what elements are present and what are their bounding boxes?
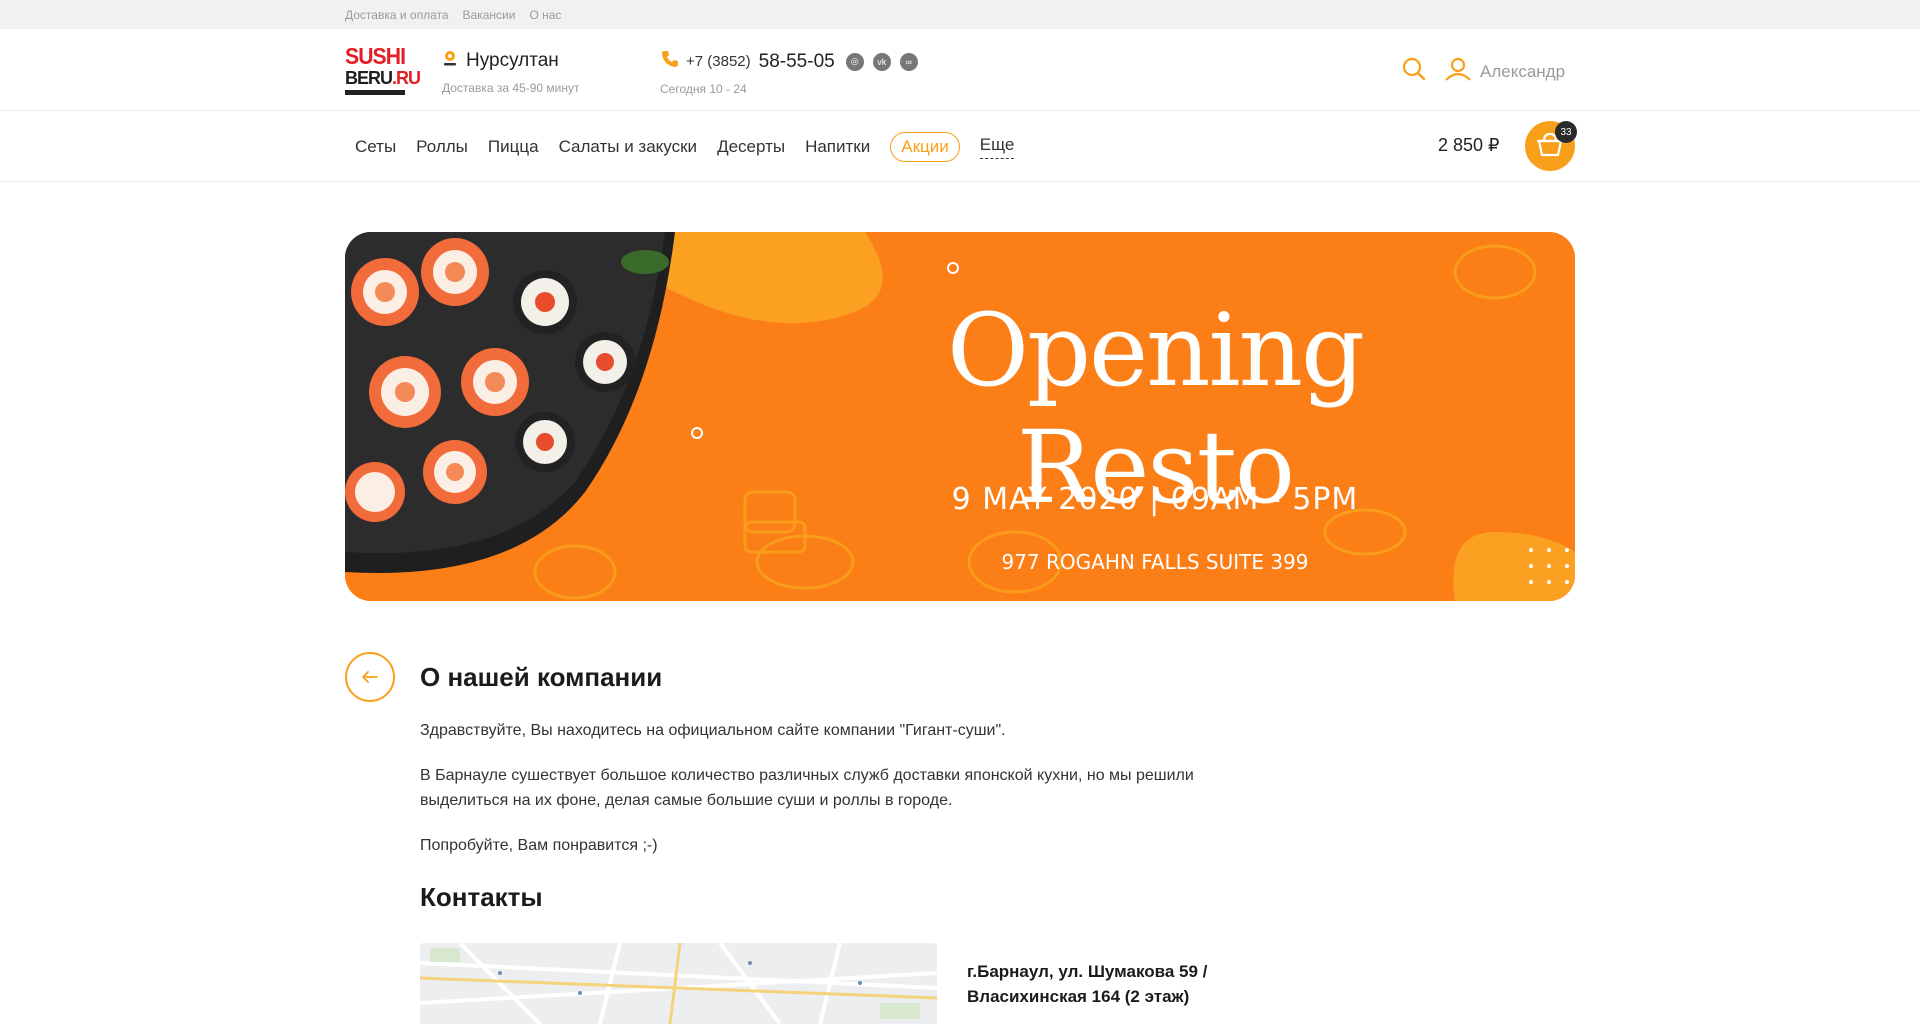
- logo-text-top: SUSHI: [345, 43, 406, 69]
- logo-text-bottom: BERU.RU: [345, 68, 421, 88]
- city-selector[interactable]: Нурсултан Доставка за 45-90 минут: [442, 49, 579, 95]
- instagram-icon[interactable]: ◎: [845, 52, 864, 71]
- promo-banner[interactable]: Opening Resto 9 MAY 2020 | 09AM - 5PM 97…: [345, 232, 1575, 601]
- back-button[interactable]: [345, 652, 395, 702]
- nav-item-rolls[interactable]: Роллы: [406, 137, 478, 157]
- nav-item-promo[interactable]: Акции: [890, 131, 960, 162]
- about-paragraph-2: В Барнауле сушествует большое количество…: [420, 767, 1194, 809]
- phone-code: +7 (3852): [686, 53, 751, 70]
- phone-number[interactable]: 58-55-05: [759, 51, 835, 73]
- search-icon[interactable]: [1401, 56, 1427, 82]
- nav-item-salads[interactable]: Салаты и закуски: [549, 137, 708, 157]
- contact-address: г.Барнаул, ул. Шумакова 59 / Власихинска…: [967, 962, 1208, 1006]
- phone-icon: [660, 49, 680, 74]
- contacts-title: Контакты: [420, 882, 543, 912]
- cart-count-badge: 33: [1555, 121, 1577, 143]
- user-icon: [1444, 56, 1472, 87]
- about-paragraph-3: Попробуйте, Вам понравится ;-): [420, 837, 658, 854]
- delivery-time: Доставка за 45-90 минут: [442, 81, 580, 95]
- about-paragraph-1: Здравствуйте, Вы находитесь на официальн…: [420, 722, 1006, 739]
- nav-item-desserts[interactable]: Десерты: [707, 137, 795, 157]
- vacancies-link[interactable]: Вакансии: [463, 8, 516, 22]
- user-name: Александр: [1480, 61, 1566, 81]
- logo-bar: [345, 90, 405, 95]
- page-title: О нашей компании: [420, 662, 663, 692]
- logo[interactable]: SUSHI BERU.RU: [345, 43, 421, 96]
- header: SUSHI BERU.RU Нурсултан Доставка за 45-9…: [0, 29, 1920, 111]
- top-bar: Доставка и оплата Вакансии О нас: [0, 0, 1920, 29]
- map-graphic: [420, 943, 937, 1024]
- delivery-link[interactable]: Доставка и оплата: [345, 8, 449, 22]
- nav-item-drinks[interactable]: Напитки: [795, 137, 880, 157]
- cart-total: 2 850 ₽: [1438, 135, 1500, 155]
- banner-address: 977 ROGAHN FALLS SUITE 399: [1001, 550, 1309, 574]
- tripadvisor-icon[interactable]: ∞: [899, 52, 918, 71]
- arrow-left-icon: [361, 667, 378, 688]
- location-pin-icon: [442, 49, 458, 73]
- contacts-map[interactable]: [420, 943, 937, 1024]
- banner-date: 9 MAY 2020 | 09AM - 5PM: [951, 482, 1359, 517]
- phone-block: +7 (3852) 58-55-05 ◎ vk ∞ Сегодня 10 - 2…: [660, 49, 918, 96]
- nav-item-sets[interactable]: Сеты: [345, 137, 406, 157]
- working-hours: Сегодня 10 - 24: [660, 82, 747, 96]
- nav-item-more[interactable]: Еще: [979, 135, 1015, 159]
- vk-icon[interactable]: vk: [872, 52, 891, 71]
- about-link[interactable]: О нас: [529, 8, 561, 22]
- category-nav: Сеты Роллы Пицца Салаты и закуски Десерт…: [0, 111, 1920, 182]
- city-name: Нурсултан: [466, 50, 559, 71]
- nav-item-pizza[interactable]: Пицца: [478, 137, 549, 157]
- user-account[interactable]: Александр: [1444, 56, 1565, 87]
